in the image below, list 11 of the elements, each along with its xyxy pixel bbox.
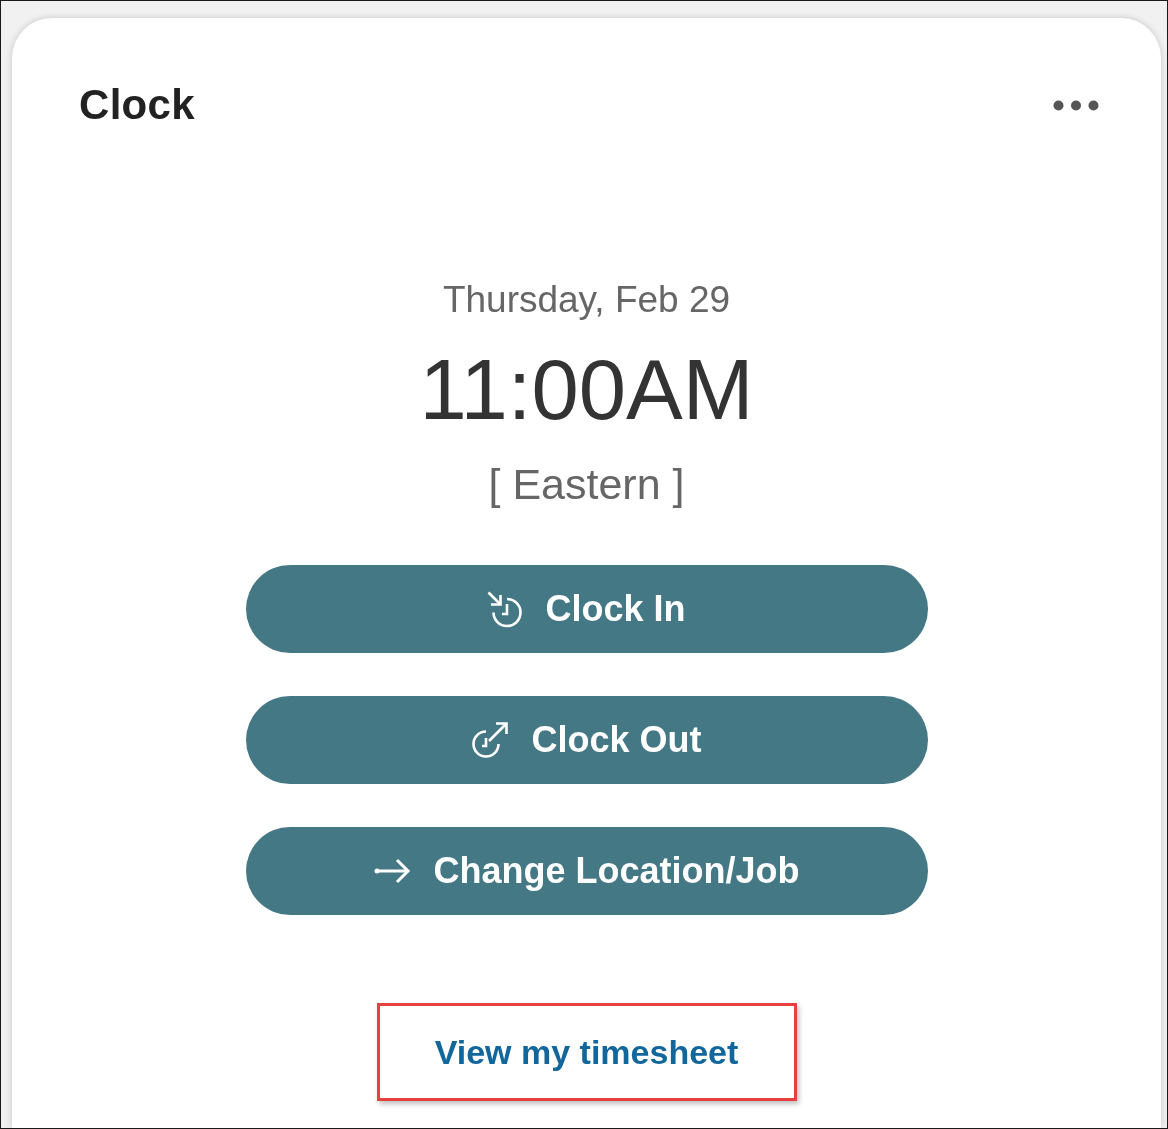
arrow-right-icon [373,858,412,884]
timesheet-link[interactable]: View my timesheet [434,1032,739,1072]
timezone-text: [ Eastern ] [488,459,685,510]
clock-arrow-out-icon [471,721,510,759]
action-button[interactable]: Change Location/Job [245,827,928,915]
action-button[interactable]: Clock In [245,565,928,653]
date-text: Thursday, Feb 29 [442,278,731,322]
more-icon[interactable] [1053,99,1099,111]
card-title: Clock [79,80,195,130]
action-button[interactable]: Clock Out [245,696,928,784]
time-text: 11:00AM [419,342,754,438]
